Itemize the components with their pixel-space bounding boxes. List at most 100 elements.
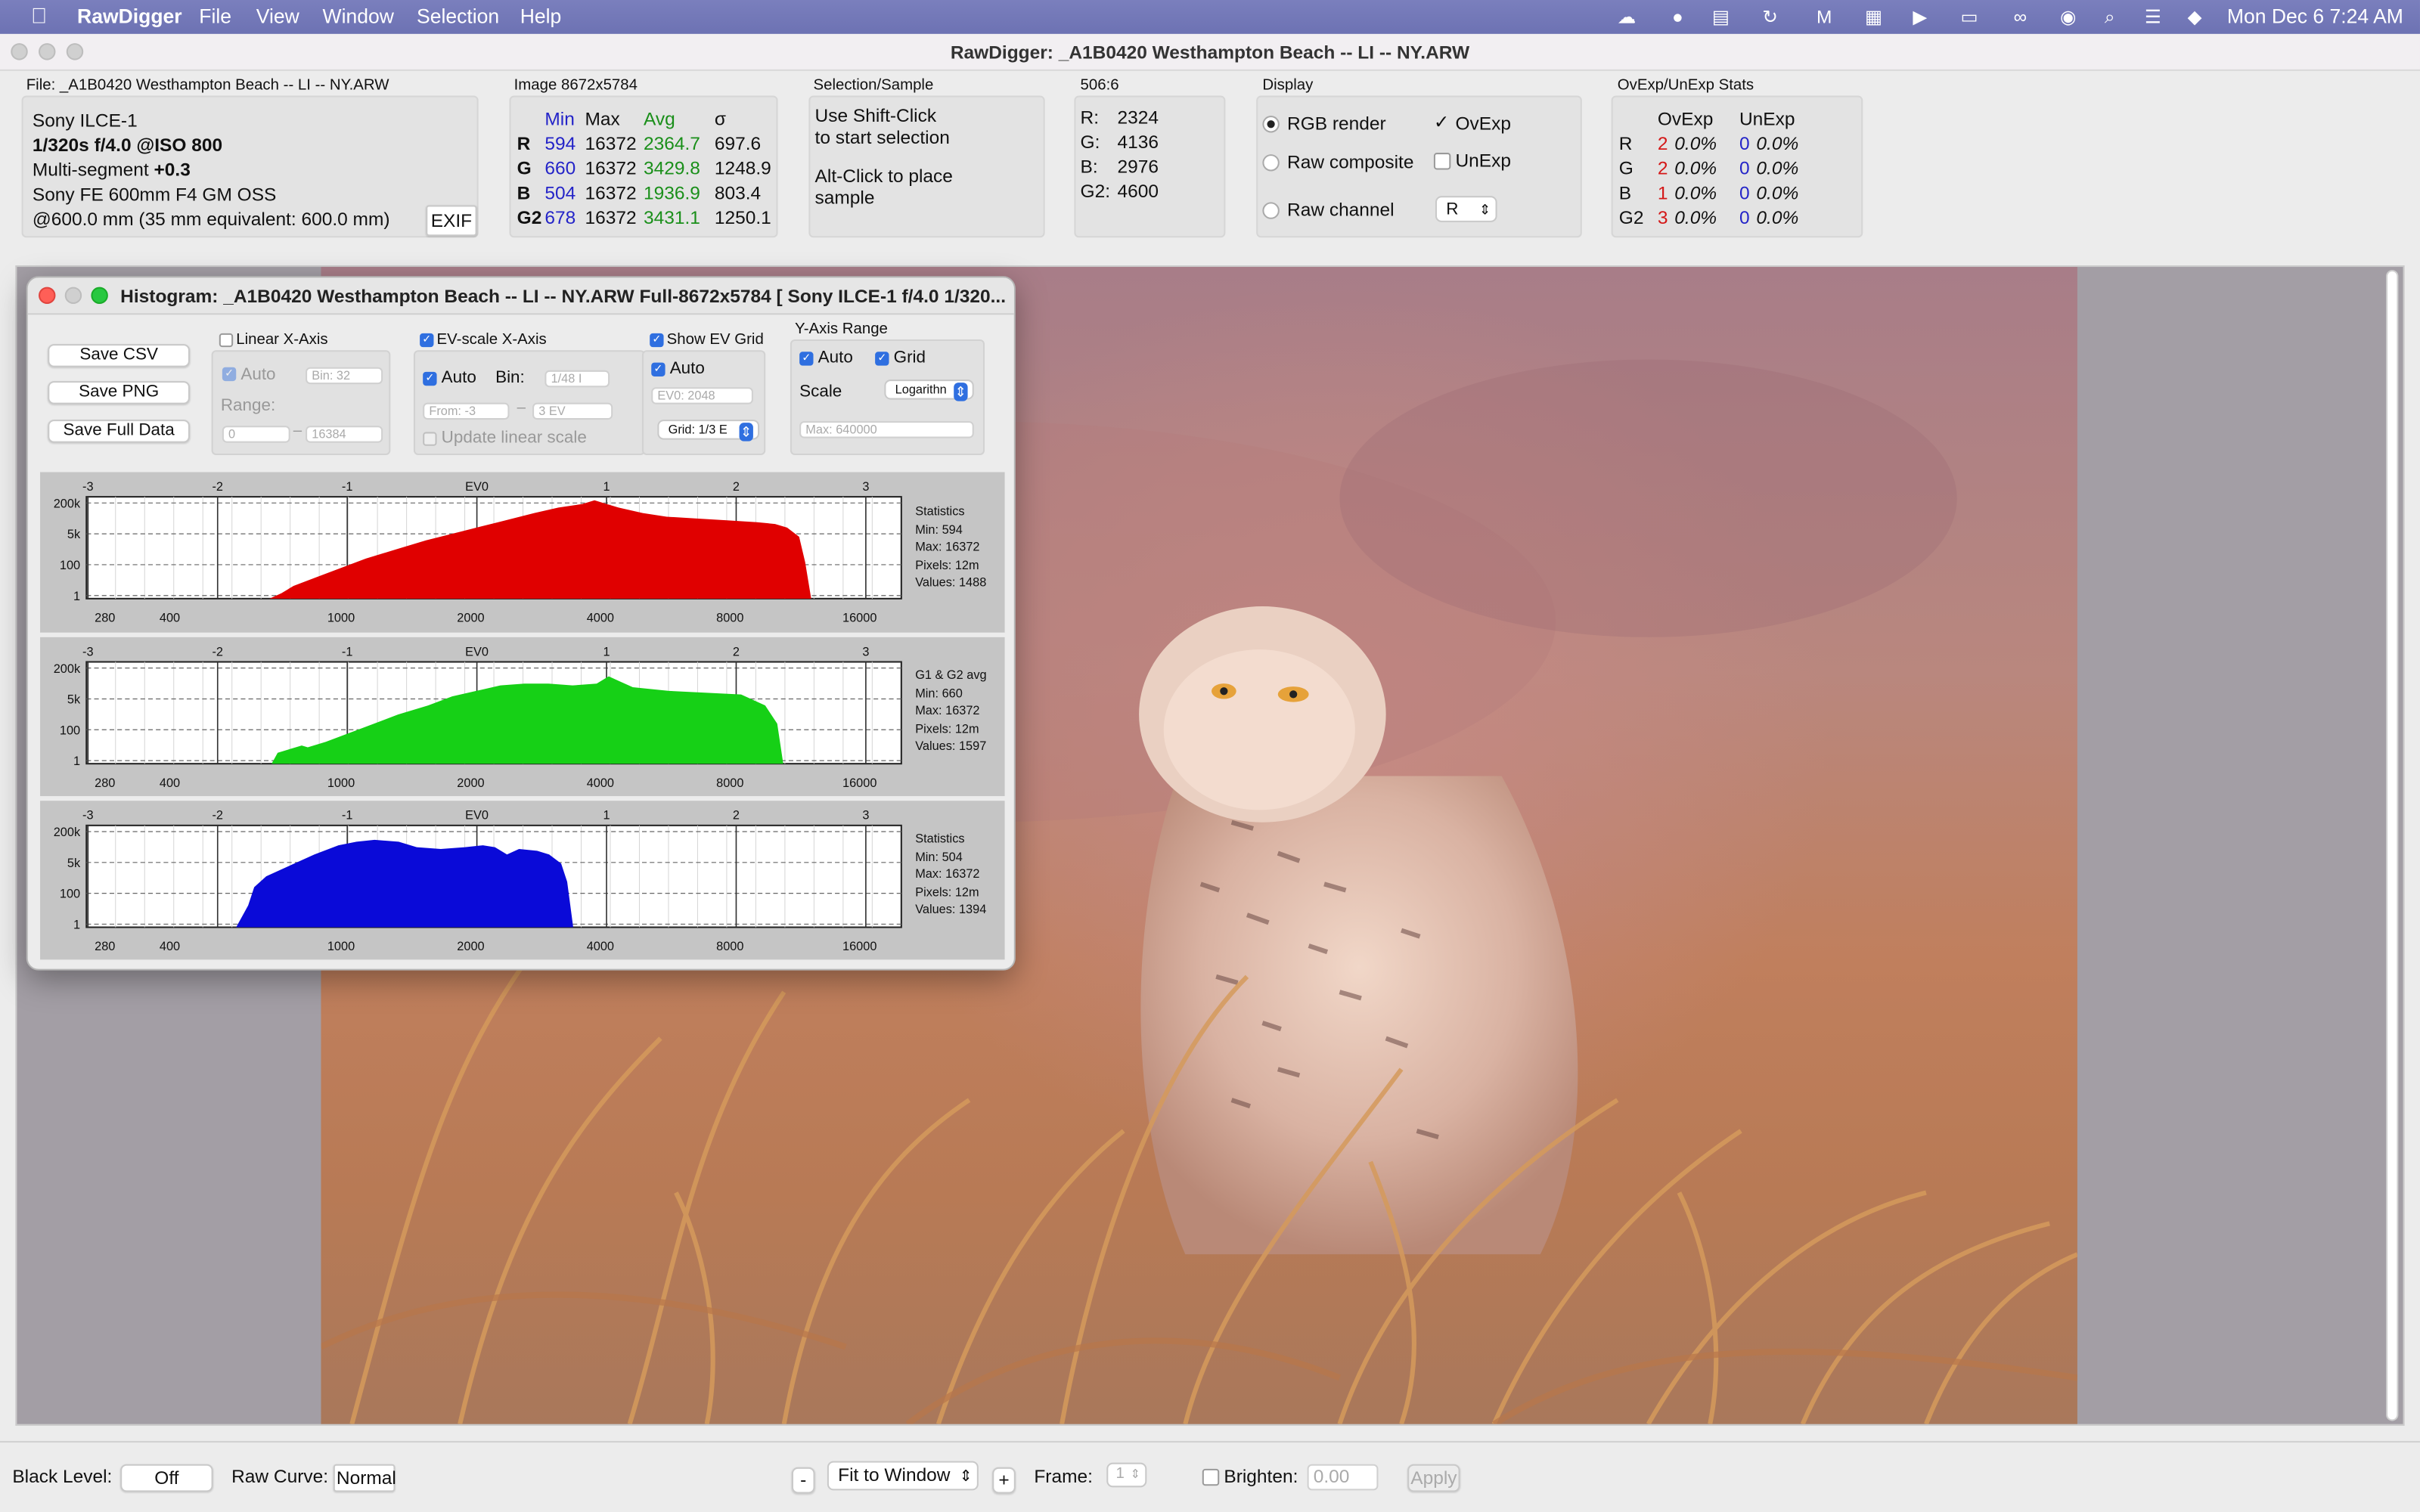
hist-close-icon[interactable] — [39, 287, 56, 305]
unexp-checkbox[interactable] — [1433, 153, 1451, 170]
image-size-label: Image 8672x5784 — [513, 77, 638, 94]
sample-box: R: 2324 G: 4136 B: 2976 G2: 4600 — [1074, 95, 1226, 238]
ev-dash: – — [517, 399, 526, 417]
x-tick-label: 4000 — [587, 611, 614, 624]
ev-scale-checkbox[interactable]: ✓ — [420, 333, 434, 348]
link-icon[interactable]: ∞ — [2009, 6, 2031, 28]
ev-grid-auto-checkbox[interactable]: ✓ — [651, 362, 666, 376]
apply-button[interactable]: Apply — [1407, 1464, 1460, 1492]
zoom-select[interactable]: Fit to Window ⇕ — [827, 1461, 979, 1491]
ev-tick-label: -3 — [82, 480, 94, 494]
recording-icon[interactable]: ● — [1667, 6, 1689, 28]
y-tick-label: 1 — [73, 590, 80, 603]
multisegment-value: +0.3 — [154, 159, 191, 181]
rgb-render-radio[interactable] — [1262, 116, 1280, 133]
scale-select[interactable]: Logarithn ⇕ — [884, 380, 974, 401]
raw-curve-field[interactable]: Normal — [333, 1464, 396, 1492]
y-grid-checkbox[interactable]: ✓ — [875, 352, 889, 366]
stat-row-min: 594 — [544, 132, 576, 155]
sync-icon[interactable]: ↻ — [1760, 6, 1782, 28]
menu-app[interactable]: RawDigger — [77, 5, 182, 28]
ov-row-channel: B — [1618, 181, 1632, 204]
range-to-field[interactable]: 16384 — [306, 426, 383, 443]
x-tick-label: 8000 — [716, 611, 743, 624]
raw-channel-radio[interactable] — [1262, 202, 1280, 219]
menu-view[interactable]: View — [256, 5, 299, 28]
selection-label: Selection/Sample — [813, 77, 934, 94]
range-from-field[interactable]: 0 — [222, 426, 290, 443]
ev-auto-checkbox[interactable]: ✓ — [423, 371, 437, 386]
menu-clock[interactable]: Mon Dec 6 7:24 AM — [2227, 5, 2403, 28]
ov-row-count: 3 — [1657, 206, 1668, 229]
grid-step-select[interactable]: Grid: 1/3 E ⇕ — [657, 420, 760, 442]
battery-icon[interactable]: ▭ — [1954, 6, 1985, 28]
zoom-select-value: Fit to Window — [838, 1464, 951, 1486]
brighten-field[interactable]: 0.00 — [1307, 1464, 1379, 1491]
hist-zoom-icon[interactable] — [91, 287, 108, 305]
y-auto-label: Auto — [818, 349, 853, 367]
keyboard-icon[interactable]: ▦ — [1863, 6, 1885, 28]
green-stats-max: Max: 16372 — [915, 703, 980, 717]
ev-tick-label: 3 — [862, 809, 869, 823]
save-full-data-button[interactable]: Save Full Data — [48, 420, 191, 443]
show-ev-grid-checkbox[interactable]: ✓ — [650, 333, 664, 348]
red-stats-title: Statistics — [915, 504, 965, 519]
raw-curve-label: Raw Curve: — [231, 1465, 329, 1488]
y-max-field[interactable]: Max: 640000 — [799, 421, 974, 438]
menu-window[interactable]: Window — [323, 5, 394, 28]
search-icon[interactable]: ⌕ — [2099, 6, 2121, 28]
ev-tick-label: 2 — [733, 645, 740, 658]
selection-box: Use Shift-Click to start selection Alt-C… — [808, 95, 1045, 238]
ovexp-label: OvExp — [1455, 112, 1511, 135]
histogram-panel-blue: 200k 5k 100 1 -3 -2 -1 EV0 1 2 3 280 400 1000 2000 4000… — [40, 801, 1005, 960]
col-max: Max — [585, 107, 620, 130]
ev-bin-field[interactable]: 1/48 I — [544, 370, 610, 388]
stat-row-channel: G — [517, 157, 532, 179]
green-stats-title: G1 & G2 avg — [915, 668, 987, 683]
play-icon[interactable]: ▶ — [1909, 6, 1931, 28]
linear-auto-checkbox[interactable]: ✓ — [222, 367, 237, 382]
ev-tick-label: 1 — [603, 645, 610, 658]
update-linear-checkbox[interactable] — [423, 432, 437, 446]
ev-to-field[interactable]: 3 EV — [532, 402, 613, 420]
malwarebytes-icon[interactable]: M — [1813, 6, 1835, 28]
linear-bin-field[interactable]: Bin: 32 — [306, 367, 383, 385]
camera-model: Sony ILCE-1 — [32, 109, 138, 132]
zoom-arrow-icon: ⇕ — [959, 1468, 973, 1486]
user-icon[interactable]: ◉ — [2057, 6, 2079, 28]
menu-file[interactable]: File — [199, 5, 231, 28]
save-csv-button[interactable]: Save CSV — [48, 344, 191, 367]
hist-minimize-icon[interactable] — [64, 287, 82, 305]
menu-help[interactable]: Help — [520, 5, 562, 28]
ov-row-pct: 0.0% — [1674, 181, 1717, 204]
siri-icon[interactable]: ◆ — [2184, 6, 2206, 28]
control-center-icon[interactable]: ☰ — [2142, 6, 2164, 28]
black-level-field[interactable]: Off — [120, 1464, 213, 1492]
y-auto-checkbox[interactable]: ✓ — [799, 352, 814, 366]
vertical-scrollbar[interactable] — [2386, 270, 2399, 1421]
zoom-out-button[interactable]: - — [791, 1467, 815, 1494]
ovexp-check-icon[interactable]: ✓ — [1434, 111, 1450, 133]
zoom-in-button[interactable]: + — [992, 1467, 1016, 1494]
linear-xaxis-label: Linear X-Axis — [236, 331, 328, 349]
ev-grid-group: ✓ Auto EV0: 2048 Grid: 1/3 E ⇕ — [641, 350, 766, 456]
menu-selection[interactable]: Selection — [417, 5, 499, 28]
blue-stats-pixels: Pixels: 12m — [915, 885, 979, 899]
ovexp-stats-label: OvExp/UnExp Stats — [1617, 77, 1754, 94]
ev0-field[interactable]: EV0: 2048 — [651, 387, 753, 404]
x-tick-label: 8000 — [716, 940, 743, 953]
save-png-button[interactable]: Save PNG — [48, 381, 191, 404]
ev-from-field[interactable]: From: -3 — [423, 402, 510, 420]
y-tick-label: 5k — [67, 528, 81, 541]
ev-tick-label: -3 — [82, 809, 94, 823]
creative-cloud-icon[interactable]: ☁ — [1616, 6, 1638, 28]
film-icon[interactable]: ▤ — [1710, 6, 1732, 28]
raw-composite-radio[interactable] — [1262, 154, 1280, 172]
brighten-checkbox[interactable] — [1202, 1468, 1220, 1486]
exif-button[interactable]: EXIF — [426, 205, 477, 237]
linear-xaxis-checkbox[interactable] — [219, 333, 234, 348]
frame-select[interactable]: 1 ⇕ — [1106, 1462, 1147, 1488]
apple-icon[interactable]:  — [31, 3, 47, 28]
bottom-toolbar: Black Level: Off Raw Curve: Normal - Fit… — [0, 1441, 2420, 1512]
channel-select[interactable]: R ⇕ — [1435, 196, 1497, 222]
